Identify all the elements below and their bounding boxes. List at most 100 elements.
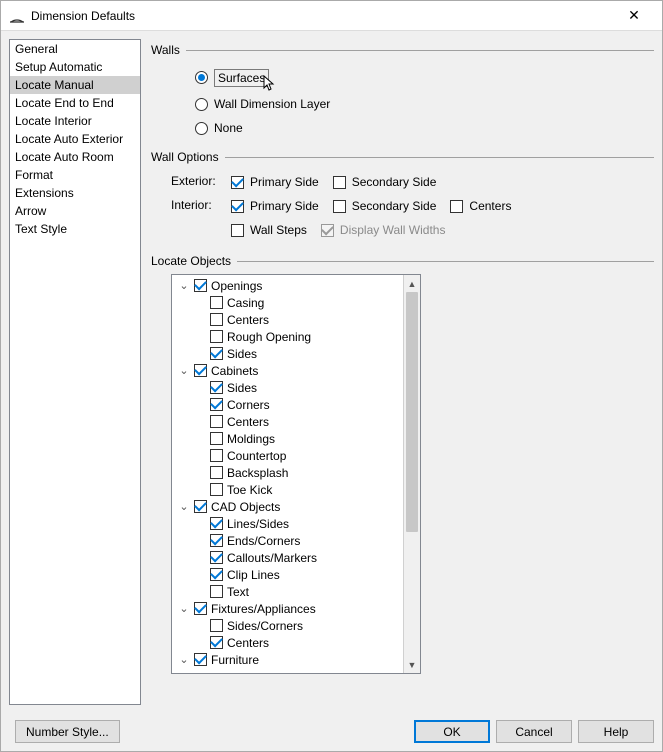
radio-label: None: [214, 120, 243, 136]
radio-surfaces[interactable]: Surfaces: [195, 67, 654, 88]
tree-row[interactable]: Text: [172, 583, 403, 600]
tree-row[interactable]: Sides/Corners: [172, 617, 403, 634]
tree-row[interactable]: Casing: [172, 294, 403, 311]
checkbox-icon[interactable]: [194, 364, 207, 377]
expand-icon[interactable]: ⌄: [178, 500, 190, 513]
tree-label: Sides: [227, 381, 257, 395]
checkbox-icon[interactable]: [210, 381, 223, 394]
radio-none[interactable]: None: [195, 120, 654, 136]
checkbox-icon[interactable]: [210, 449, 223, 462]
checkbox-icon[interactable]: [210, 415, 223, 428]
close-button[interactable]: ✕: [614, 2, 654, 30]
check-interior-primary[interactable]: Primary Side: [231, 198, 319, 214]
sidebar-item[interactable]: Locate Manual: [10, 76, 140, 94]
checkbox-icon: [231, 200, 244, 213]
tree-row[interactable]: Corners: [172, 396, 403, 413]
checkbox-icon[interactable]: [210, 517, 223, 530]
checkbox-icon[interactable]: [210, 330, 223, 343]
tree-row[interactable]: ⌄ CAD Objects: [172, 498, 403, 515]
locate-objects-tree[interactable]: ⌄OpeningsCasingCentersRough OpeningSides…: [171, 274, 421, 674]
tree-row[interactable]: Centers: [172, 311, 403, 328]
tree-row[interactable]: Callouts/Markers: [172, 549, 403, 566]
tree-row[interactable]: Sides: [172, 379, 403, 396]
checkbox-icon[interactable]: [210, 551, 223, 564]
dialog-footer: Number Style... OK Cancel Help: [1, 713, 662, 751]
checkbox-icon[interactable]: [210, 398, 223, 411]
cancel-button[interactable]: Cancel: [496, 720, 572, 743]
tree-row[interactable]: Sides: [172, 345, 403, 362]
check-wall-steps[interactable]: Wall Steps: [231, 222, 307, 238]
checkbox-icon[interactable]: [210, 619, 223, 632]
tree-row[interactable]: ⌄Openings: [172, 277, 403, 294]
tree-row[interactable]: Clip Lines: [172, 566, 403, 583]
radio-wall-dimension-layer[interactable]: Wall Dimension Layer: [195, 96, 654, 112]
checkbox-icon: [450, 200, 463, 213]
help-button[interactable]: Help: [578, 720, 654, 743]
tree-row[interactable]: Lines/Sides: [172, 515, 403, 532]
checkbox-icon[interactable]: [194, 279, 207, 292]
sidebar-item[interactable]: Locate Auto Exterior: [10, 130, 140, 148]
check-interior-secondary[interactable]: Secondary Side: [333, 198, 437, 214]
tree-row[interactable]: Countertop: [172, 447, 403, 464]
tree-label: Rough Opening: [227, 330, 311, 344]
tree-row[interactable]: ⌄ Cabinets: [172, 362, 403, 379]
tree-row[interactable]: Rough Opening: [172, 328, 403, 345]
checkbox-icon[interactable]: [210, 568, 223, 581]
sidebar-item[interactable]: Text Style: [10, 220, 140, 238]
scroll-thumb[interactable]: [406, 292, 418, 532]
checkbox-icon[interactable]: [210, 347, 223, 360]
checkbox-icon[interactable]: [210, 483, 223, 496]
ok-button[interactable]: OK: [414, 720, 490, 743]
tree-row[interactable]: Backsplash: [172, 464, 403, 481]
checkbox-icon[interactable]: [210, 466, 223, 479]
tree-label: Centers: [227, 313, 269, 327]
scroll-track[interactable]: [404, 532, 420, 656]
tree-row[interactable]: Moldings: [172, 430, 403, 447]
tree-row[interactable]: ⌄Fixtures/Appliances: [172, 600, 403, 617]
scroll-up-icon[interactable]: ▲: [404, 275, 420, 292]
check-label: Secondary Side: [352, 174, 437, 190]
checkbox-icon[interactable]: [194, 500, 207, 513]
sidebar-item[interactable]: Setup Automatic: [10, 58, 140, 76]
tree-row[interactable]: Centers: [172, 413, 403, 430]
sidebar-item[interactable]: Arrow: [10, 202, 140, 220]
checkbox-icon[interactable]: [194, 602, 207, 615]
check-display-wall-widths: Display Wall Widths: [321, 222, 446, 238]
check-exterior-secondary[interactable]: Secondary Side: [333, 174, 437, 190]
checkbox-icon[interactable]: [210, 432, 223, 445]
sidebar-item[interactable]: Locate Interior: [10, 112, 140, 130]
tree-row[interactable]: Toe Kick: [172, 481, 403, 498]
number-style-button[interactable]: Number Style...: [15, 720, 120, 743]
tree-row[interactable]: Centers: [172, 634, 403, 651]
scrollbar[interactable]: ▲ ▼: [403, 275, 420, 673]
checkbox-icon[interactable]: [210, 636, 223, 649]
check-label: Wall Steps: [250, 222, 307, 238]
expand-icon[interactable]: ⌄: [178, 279, 190, 292]
radio-icon: [195, 71, 208, 84]
check-label: Centers: [469, 198, 511, 214]
wall-options-header: Wall Options: [151, 150, 654, 164]
radio-label: Surfaces: [214, 69, 269, 87]
tree-row[interactable]: Ends/Corners: [172, 532, 403, 549]
sidebar-item[interactable]: Format: [10, 166, 140, 184]
tree-row[interactable]: ⌄Furniture: [172, 651, 403, 668]
checkbox-icon[interactable]: [194, 653, 207, 666]
check-label: Primary Side: [250, 198, 319, 214]
expand-icon[interactable]: ⌄: [178, 364, 190, 377]
expand-icon[interactable]: ⌄: [178, 602, 190, 615]
expand-icon[interactable]: ⌄: [178, 653, 190, 666]
checkbox-icon[interactable]: [210, 313, 223, 326]
sidebar-item[interactable]: General: [10, 40, 140, 58]
checkbox-icon[interactable]: [210, 585, 223, 598]
sidebar-item[interactable]: Extensions: [10, 184, 140, 202]
checkbox-icon[interactable]: [210, 534, 223, 547]
check-interior-centers[interactable]: Centers: [450, 198, 511, 214]
sidebar-item[interactable]: Locate End to End: [10, 94, 140, 112]
tree-label: Cabinets: [211, 364, 258, 378]
category-list[interactable]: GeneralSetup AutomaticLocate ManualLocat…: [9, 39, 141, 705]
checkbox-icon[interactable]: [210, 296, 223, 309]
tree-label: CAD Objects: [211, 500, 280, 514]
check-exterior-primary[interactable]: Primary Side: [231, 174, 319, 190]
scroll-down-icon[interactable]: ▼: [404, 656, 420, 673]
sidebar-item[interactable]: Locate Auto Room: [10, 148, 140, 166]
